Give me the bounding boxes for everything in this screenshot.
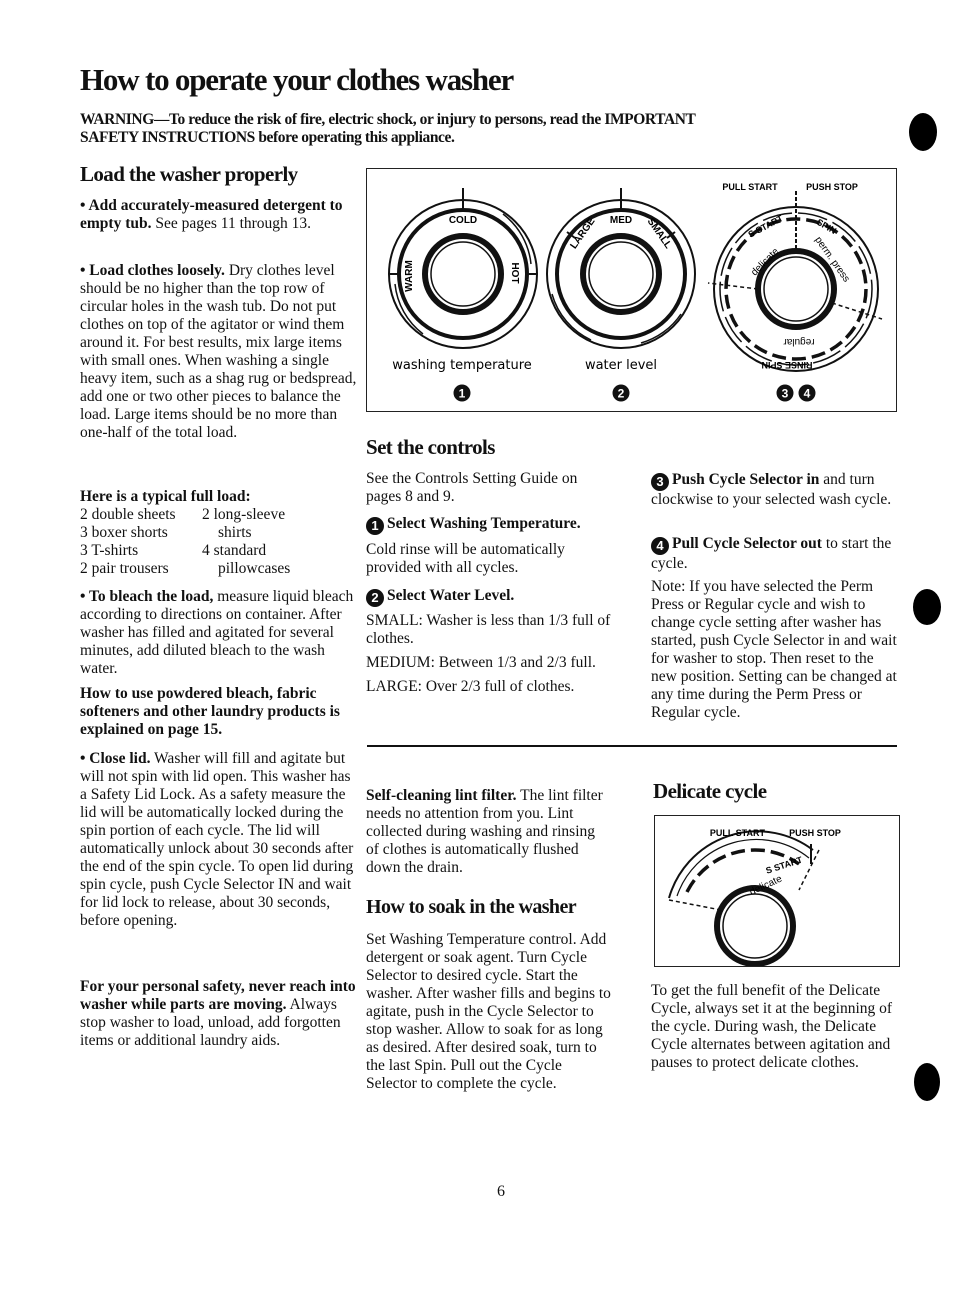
- step-badge-3: 3: [651, 473, 669, 491]
- safety-warning: WARNING—To reduce the risk of fire, elec…: [80, 111, 696, 146]
- cycle-marking-rinse-spin: RINSE SPIN: [761, 360, 812, 370]
- push-stop-label: PUSH STOP: [806, 182, 858, 192]
- load-item: 3 T-shirts: [80, 542, 139, 559]
- step1-text: Cold rinse will be automatically provide…: [366, 541, 565, 576]
- bleach-bold: • To bleach the load,: [80, 588, 214, 605]
- step-badge-1: 1: [366, 517, 384, 535]
- close-lid-bold: • Close lid.: [80, 750, 151, 767]
- delicate-pull-start-label: PULL START: [710, 828, 766, 838]
- step2-medium: MEDIUM: Between 1/3 and 2/3 full.: [366, 654, 596, 671]
- bleach-paragraph: • To bleach the load, measure liquid ble…: [80, 588, 360, 678]
- step-badge-2: 2: [366, 589, 384, 607]
- personal-safety-paragraph: For your personal safety, never reach in…: [80, 978, 360, 1050]
- step3-paragraph: 3 Push Cycle Selector in and turn clockwi…: [651, 471, 892, 508]
- delicate-push-stop-label: PUSH STOP: [789, 828, 841, 838]
- delicate-dial-svg: PULL START PUSH STOP S START delicate: [668, 828, 841, 967]
- powdered-bleach-note: How to use powdered bleach, fabric softe…: [80, 685, 340, 738]
- detergent-paragraph: • Add accurately-measured detergent to e…: [80, 197, 360, 233]
- step-badge-4: 4: [651, 537, 669, 555]
- delicate-marking-s-start: S START: [765, 854, 805, 875]
- typical-load-list: 2 double sheets 2 long-sleeve 3 boxer sh…: [80, 506, 360, 578]
- load-heading: Load the washer properly: [80, 162, 298, 186]
- delicate-dial-illustration: PULL START PUSH STOP S START delicate: [654, 815, 900, 967]
- svg-text:4: 4: [804, 387, 811, 401]
- soak-paragraph: Set Washing Temperature control. Add det…: [366, 931, 611, 1092]
- load-item: shirts: [218, 524, 252, 541]
- water-level-dial: [546, 188, 696, 349]
- lint-filter-paragraph: Self-cleaning lint filter. The lint filt…: [366, 787, 603, 876]
- step2-title: 2 Select Water Level.: [366, 587, 616, 607]
- step1-title: 1 Select Washing Temperature.: [366, 515, 626, 535]
- page-title: How to operate your clothes washer: [80, 62, 514, 97]
- load-loosely-paragraph: • Load clothes loosely. Dry clothes leve…: [80, 262, 360, 442]
- dial-option-warm: WARM: [404, 260, 415, 292]
- soak-heading: How to soak in the washer: [366, 896, 577, 918]
- load-item: 2 double sheets: [80, 506, 176, 523]
- set-controls-intro: See the Controls Setting Guide on pages …: [366, 470, 578, 505]
- cycle-regular: regular: [783, 336, 815, 347]
- close-lid-text: Washer will fill and agitate but will no…: [80, 750, 354, 929]
- detergent-text: See pages 11 through 13.: [151, 215, 312, 232]
- svg-text:1: 1: [459, 387, 466, 401]
- cycle-marking-spin-r-spin: SPIN: [815, 217, 838, 236]
- step2-small: SMALL: Washer is less than 1/3 full of c…: [366, 612, 611, 647]
- pull-start-label: PULL START: [722, 182, 778, 192]
- temperature-caption: washing temperature: [392, 358, 532, 373]
- step4-paragraph: 4 Pull Cycle Selector out to start the cy…: [651, 535, 892, 572]
- load-item: 4 standard: [202, 542, 267, 559]
- load-item: pillowcases: [218, 560, 291, 577]
- step2-large: LARGE: Over 2/3 full of clothes.: [366, 678, 575, 695]
- page-number: 6: [497, 1183, 505, 1200]
- control-panel-svg: COLD WARM HOT MED LARGE SMALL PULL START…: [388, 182, 883, 402]
- dial-option-hot: HOT: [509, 262, 520, 283]
- delicate-heading: Delicate cycle: [653, 779, 767, 803]
- section-divider: [367, 745, 897, 747]
- binder-hole: [909, 113, 937, 151]
- close-lid-paragraph: • Close lid. Washer will fill and agitat…: [80, 750, 360, 930]
- svg-text:3: 3: [782, 387, 789, 401]
- binder-hole: [914, 1063, 940, 1101]
- load-loosely-text: Dry clothes level should be no higher th…: [80, 262, 357, 441]
- water-level-caption: water level: [585, 358, 657, 373]
- svg-text:2: 2: [618, 387, 625, 401]
- delicate-paragraph: To get the full benefit of the Delicate …: [651, 982, 893, 1071]
- binder-hole: [913, 589, 941, 625]
- load-item: 2 long-sleeve: [202, 506, 286, 523]
- control-panel-illustration: COLD WARM HOT MED LARGE SMALL PULL START…: [366, 168, 897, 412]
- typical-load-heading: Here is a typical full load:: [80, 488, 251, 505]
- dial-option-med: MED: [610, 215, 632, 226]
- load-loosely-bold: • Load clothes loosely.: [80, 262, 225, 279]
- load-item: 2 pair trousers: [80, 560, 169, 577]
- dial-option-cold: COLD: [449, 215, 477, 226]
- cycle-delicate: delicate: [749, 246, 781, 278]
- load-item: 3 boxer shorts: [80, 524, 168, 541]
- set-controls-heading: Set the controls: [366, 435, 495, 459]
- cycle-change-note: Note: If you have selected the Perm Pres…: [651, 578, 897, 721]
